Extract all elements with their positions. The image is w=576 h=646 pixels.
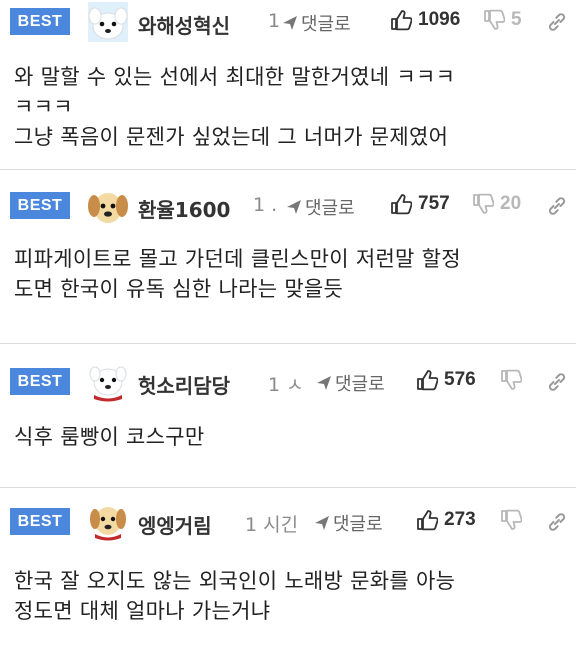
best-badge: BEST [10, 192, 70, 219]
comment-line: 한국 잘 오지도 않는 외국인이 노래방 문화를 아능 [14, 569, 456, 593]
thumbs-down-icon [501, 369, 522, 390]
comment-item: BEST 환율1600 1 . 댓글로 757 20 피파게이트로 몰고 가던데… [0, 184, 576, 344]
upvote-button[interactable]: 273 [416, 509, 476, 531]
link-icon[interactable] [546, 371, 568, 393]
comment-header: BEST 환율1600 1 . 댓글로 757 20 [0, 184, 576, 228]
comment-item: BEST 헛소리담당 1 ㅅ 댓글로 576 식후 룸빵이 코스구만 [0, 360, 576, 488]
comment-line: 식후 룸빵이 코스구만 [14, 425, 205, 449]
thumbs-up-icon [391, 10, 412, 31]
reply-arrow-icon [287, 200, 301, 214]
comment-line: 와 말할 수 있는 선에서 최대한 말한거였네 ㅋㅋㅋ [14, 65, 456, 89]
nickname[interactable]: 엥엥거림 [138, 510, 212, 539]
comment-body: 피파게이트로 몰고 가던데 클린스만이 저런말 할정 도면 한국이 유독 심한 … [0, 228, 576, 304]
reply-button[interactable]: 댓글로 [282, 10, 351, 36]
thumbs-down-icon [473, 193, 494, 214]
thumbs-up-icon [417, 370, 438, 391]
reply-label: 댓글로 [301, 14, 351, 35]
reply-button[interactable]: 댓글로 [316, 370, 385, 396]
downvote-button[interactable]: 5 [483, 9, 522, 31]
best-badge: BEST [10, 8, 70, 35]
comment-header: BEST 엥엥거림 1 시긴 댓글로 273 [0, 500, 576, 544]
comment-body: 한국 잘 오지도 않는 외국인이 노래방 문화를 아능 정도면 대체 얼마나 가… [0, 544, 576, 626]
nickname[interactable]: 환율1600 [138, 194, 230, 223]
reply-label: 댓글로 [333, 514, 383, 535]
link-icon[interactable] [546, 195, 568, 217]
dislike-count: 20 [500, 193, 522, 214]
comment-line: 도면 한국이 유독 심한 나라는 맞을듯 [14, 277, 344, 301]
like-count: 1096 [418, 9, 461, 30]
reply-label: 댓글로 [305, 198, 355, 219]
upvote-button[interactable]: 1096 [390, 9, 460, 31]
downvote-button[interactable] [500, 509, 528, 531]
timestamp: 1 ㅅ [268, 374, 304, 396]
best-badge: BEST [10, 368, 70, 395]
timestamp: 1 [268, 10, 281, 32]
golden-puppy-icon[interactable] [88, 186, 128, 226]
comment-header: BEST 와해성혁신 1 댓글로 1096 5 [0, 0, 576, 44]
downvote-button[interactable]: 20 [472, 193, 521, 215]
nickname[interactable]: 헛소리담당 [138, 370, 230, 399]
downvote-button[interactable] [500, 369, 528, 391]
comment-line: ㅋㅋㅋ [14, 95, 73, 119]
thumbs-down-icon [501, 509, 522, 530]
comment-line: 피파게이트로 몰고 가던데 클린스만이 저런말 할정 [14, 247, 461, 271]
white-puppy-red-collar-icon[interactable] [88, 362, 128, 402]
upvote-button[interactable]: 576 [416, 369, 476, 391]
comment-line: 정도면 대체 얼마나 가는거냐 [14, 599, 271, 623]
comment-line: 그냥 폭음이 문젠가 싶었는데 그 너머가 문제였어 [14, 125, 449, 149]
upvote-button[interactable]: 757 [390, 193, 450, 215]
thumbs-up-icon [417, 510, 438, 531]
reply-button[interactable]: 댓글로 [286, 194, 355, 220]
best-badge: BEST [10, 508, 70, 535]
like-count: 273 [444, 509, 476, 530]
reply-arrow-icon [317, 376, 331, 390]
thumbs-up-icon [391, 194, 412, 215]
reply-button[interactable]: 댓글로 [314, 510, 383, 536]
like-count: 576 [444, 369, 476, 390]
like-count: 757 [418, 193, 450, 214]
comment-header: BEST 헛소리담당 1 ㅅ 댓글로 576 [0, 360, 576, 404]
comment-item: BEST 엥엥거림 1 시긴 댓글로 273 한국 잘 오지도 않는 외국인이 … [0, 500, 576, 646]
white-puppy-icon[interactable] [88, 2, 128, 42]
reply-arrow-icon [283, 16, 297, 30]
comment-body: 식후 룸빵이 코스구만 [0, 404, 576, 452]
link-icon[interactable] [546, 11, 568, 33]
nickname[interactable]: 와해성혁신 [138, 10, 230, 39]
reply-label: 댓글로 [335, 374, 385, 395]
link-icon[interactable] [546, 511, 568, 533]
thumbs-down-icon [484, 9, 505, 30]
dislike-count: 5 [511, 9, 522, 30]
comment-item: BEST 와해성혁신 1 댓글로 1096 5 와 말할 수 있는 선에서 최대… [0, 0, 576, 170]
timestamp: 1 시긴 [245, 514, 299, 536]
golden-puppy-red-collar-icon[interactable] [88, 502, 128, 542]
comment-body: 와 말할 수 있는 선에서 최대한 말한거였네 ㅋㅋㅋ ㅋㅋㅋ 그냥 폭음이 문… [0, 44, 576, 152]
timestamp: 1 . [253, 194, 278, 216]
reply-arrow-icon [315, 516, 329, 530]
